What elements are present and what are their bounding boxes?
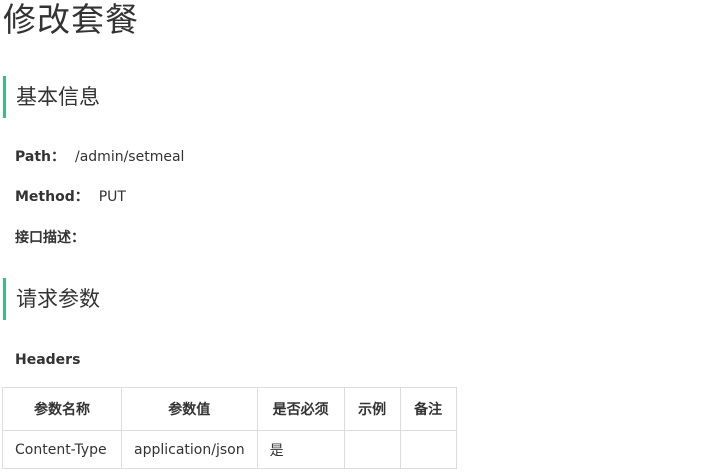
- api-doc-page: 修改套餐 基本信息 Path： /admin/setmeal Method： PUT…: [0, 0, 715, 472]
- description-field: 接口描述：: [15, 228, 85, 248]
- column-header-param-name: 参数名称: [2, 387, 122, 431]
- column-header-example: 示例: [343, 387, 401, 431]
- cell-remark: [399, 430, 457, 469]
- cell-required: 是: [256, 430, 345, 469]
- cell-param-value: application/json: [121, 430, 258, 469]
- column-header-remark: 备注: [399, 387, 457, 431]
- description-label: 接口描述：: [15, 230, 85, 246]
- path-value: /admin/setmeal: [75, 149, 185, 165]
- path-label: Path：: [15, 149, 65, 165]
- headers-table: 参数名称 参数值 是否必须 示例 备注 Content-Type applica…: [2, 387, 457, 469]
- path-field: Path： /admin/setmeal: [15, 147, 184, 167]
- method-field: Method： PUT: [15, 187, 126, 207]
- page-title: 修改套餐: [3, 0, 139, 39]
- headers-subheading: Headers: [15, 352, 81, 368]
- cell-example: [343, 430, 401, 469]
- method-value: PUT: [98, 189, 126, 205]
- table-row: Content-Type application/json 是: [2, 430, 457, 469]
- table-header-row: 参数名称 参数值 是否必须 示例 备注: [2, 387, 457, 431]
- basic-info-heading: 基本信息: [3, 76, 100, 118]
- column-header-param-value: 参数值: [121, 387, 258, 431]
- column-header-required: 是否必须: [256, 387, 345, 431]
- cell-param-name: Content-Type: [2, 430, 122, 469]
- request-params-heading: 请求参数: [3, 278, 100, 320]
- method-label: Method：: [15, 189, 89, 205]
